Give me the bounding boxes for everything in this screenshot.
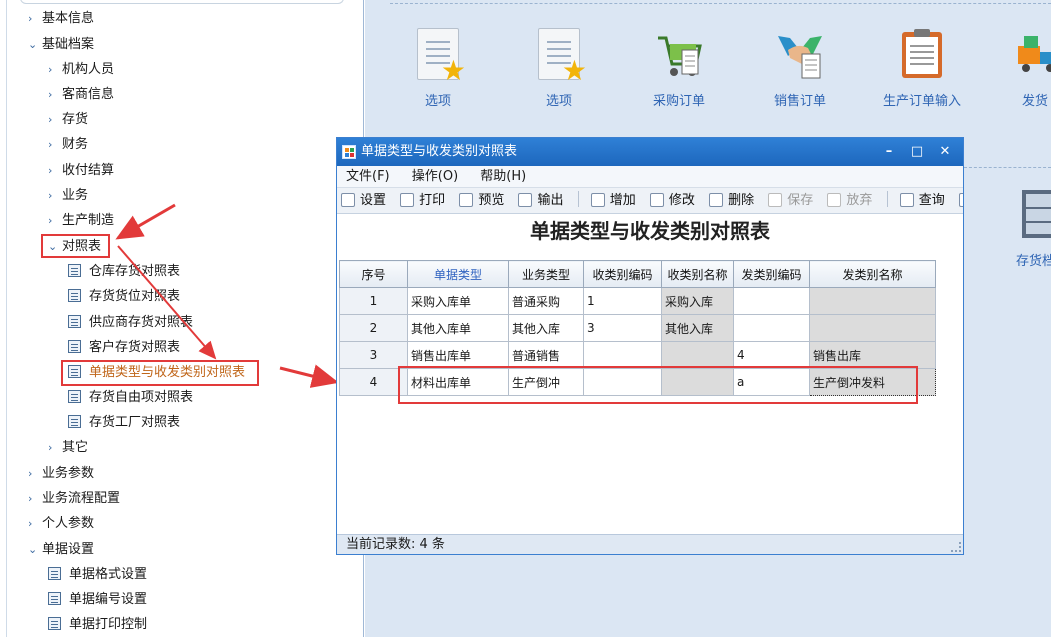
window-title: 单据类型与收发类别对照表 xyxy=(361,144,518,159)
mapping-table-window: 单据类型与收发类别对照表 – □ ✕ 文件(F) 操作(O) 帮助(H) 设置 … xyxy=(336,137,964,555)
table-cell: 采购入库 xyxy=(661,287,734,315)
column-header[interactable]: 发类别名称 xyxy=(809,260,936,288)
table-header-row: 序号 单据类型 业务类型 收类别编码 收类别名称 发类别编码 发类别名称 xyxy=(339,260,936,288)
settings-icon xyxy=(341,193,355,207)
column-header[interactable]: 业务类型 xyxy=(508,260,584,288)
table-cell[interactable]: 普通采购 xyxy=(508,287,584,315)
setup-button[interactable]: 设置 xyxy=(341,188,386,213)
locate-icon xyxy=(958,193,963,207)
table-cell[interactable]: 其他入库单 xyxy=(407,314,509,342)
annotation-arrow xyxy=(117,245,217,360)
table-cell[interactable] xyxy=(733,287,810,315)
column-header[interactable]: 收类别名称 xyxy=(661,260,734,288)
printer-icon xyxy=(400,193,415,207)
discard-icon xyxy=(827,193,842,207)
toolbar-separator xyxy=(577,191,579,207)
app-icon xyxy=(342,145,356,159)
export-button[interactable]: 输出 xyxy=(518,188,563,213)
export-icon xyxy=(518,193,533,207)
table-cell xyxy=(661,341,734,369)
preview-icon xyxy=(459,193,474,207)
table-cell[interactable]: 3 xyxy=(339,341,408,369)
table-cell xyxy=(809,314,936,342)
table-cell[interactable]: 销售出库单 xyxy=(407,341,509,369)
highlight-box-row-4 xyxy=(398,366,918,404)
discard-button[interactable]: 放弃 xyxy=(827,188,872,213)
column-header[interactable]: 单据类型 xyxy=(407,260,509,288)
table-cell: 其他入库 xyxy=(661,314,734,342)
toolbar-overflow-button[interactable]: » xyxy=(958,188,963,213)
table-cell[interactable]: 1 xyxy=(339,287,408,315)
save-button[interactable]: 保存 xyxy=(768,188,813,213)
toolbar: 设置 打印 预览 输出 增加 修改 删除 保存 放弃 查询 » xyxy=(337,188,963,214)
query-button[interactable]: 查询 xyxy=(899,188,945,213)
menu-file[interactable]: 文件(F) xyxy=(346,169,390,184)
annotation-arrow xyxy=(115,203,176,240)
table-cell: 销售出库 xyxy=(809,341,936,369)
table-cell xyxy=(809,287,936,315)
table-row[interactable]: 3 销售出库单 普通销售 4 销售出库 xyxy=(339,341,936,369)
close-button[interactable]: ✕ xyxy=(931,138,959,166)
table-cell[interactable]: 4 xyxy=(733,341,810,369)
table-cell[interactable]: 普通销售 xyxy=(508,341,584,369)
delete-icon xyxy=(709,193,724,207)
table-cell[interactable]: 2 xyxy=(339,314,408,342)
status-bar: 当前记录数: 4 条 xyxy=(337,534,963,554)
table-row[interactable]: 1 采购入库单 普通采购 1 采购入库 xyxy=(339,287,936,315)
table-cell[interactable] xyxy=(733,314,810,342)
print-button[interactable]: 打印 xyxy=(400,188,445,213)
save-icon xyxy=(768,193,783,207)
table-cell[interactable] xyxy=(583,341,662,369)
table-cell[interactable]: 采购入库单 xyxy=(407,287,509,315)
search-icon xyxy=(899,193,914,207)
add-button[interactable]: 增加 xyxy=(590,188,636,213)
menu-operation[interactable]: 操作(O) xyxy=(412,169,458,184)
delete-button[interactable]: 删除 xyxy=(709,188,754,213)
menu-help[interactable]: 帮助(H) xyxy=(480,169,526,184)
table-row[interactable]: 2 其他入库单 其他入库 3 其他入库 xyxy=(339,314,936,342)
annotation-arrow xyxy=(279,364,339,388)
minimize-button[interactable]: – xyxy=(875,138,903,166)
add-icon xyxy=(590,193,605,207)
menu-bar: 文件(F) 操作(O) 帮助(H) xyxy=(337,166,963,188)
maximize-button[interactable]: □ xyxy=(903,138,931,166)
column-header[interactable]: 发类别编码 xyxy=(733,260,810,288)
toolbar-separator xyxy=(886,191,888,207)
pencil-icon xyxy=(649,193,664,207)
window-titlebar[interactable]: 单据类型与收发类别对照表 – □ ✕ xyxy=(337,138,963,166)
column-header[interactable]: 序号 xyxy=(339,260,408,288)
report-title: 单据类型与收发类别对照表 xyxy=(337,214,963,249)
resize-grip-icon[interactable] xyxy=(951,542,961,552)
preview-button[interactable]: 预览 xyxy=(459,188,504,213)
edit-button[interactable]: 修改 xyxy=(649,188,695,213)
table-cell[interactable]: 其他入库 xyxy=(508,314,584,342)
column-header[interactable]: 收类别编码 xyxy=(583,260,662,288)
table-cell[interactable]: 3 xyxy=(583,314,662,342)
record-count: 当前记录数: 4 条 xyxy=(346,537,445,552)
table-cell[interactable]: 1 xyxy=(583,287,662,315)
